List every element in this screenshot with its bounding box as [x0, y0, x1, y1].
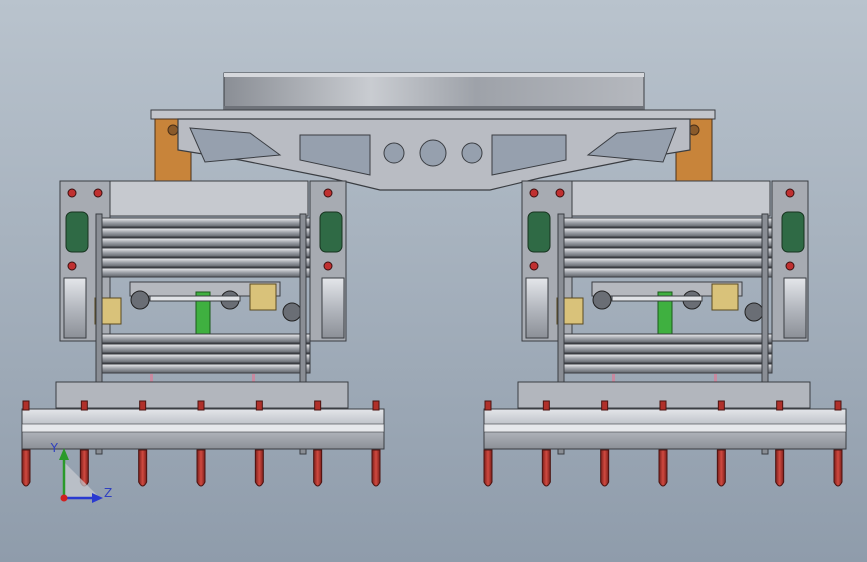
gripper-module-right [483, 180, 847, 487]
rail-stud [601, 400, 609, 411]
rail-stud [717, 400, 725, 411]
rail-stud [776, 400, 784, 411]
rail-stud [659, 400, 667, 411]
gripper-tooth [196, 449, 206, 487]
rail-stud [834, 400, 842, 411]
rail-stud [139, 400, 147, 411]
gripper-tooth [138, 449, 148, 487]
rail-stud [22, 400, 30, 411]
top-beam [569, 180, 771, 217]
yellow-block [249, 283, 277, 311]
rail-stud [80, 400, 88, 411]
gripper-tooth [483, 449, 493, 487]
top-disk [223, 72, 645, 112]
rail-stud [197, 400, 205, 411]
green-bearing [781, 211, 805, 253]
rail-stud [484, 400, 492, 411]
gripper-tooth [21, 449, 31, 487]
gripper-tooth [658, 449, 668, 487]
rail-stud [314, 400, 322, 411]
cad-viewport[interactable]: Y Z [0, 0, 867, 562]
gripper-tooth [775, 449, 785, 487]
z-axis-label: Z [104, 486, 112, 500]
gripper-tooth [716, 449, 726, 487]
gripper-tooth [371, 449, 381, 487]
mounting-plate [150, 109, 716, 120]
x-axis-dot-icon [60, 494, 68, 502]
green-bearing [319, 211, 343, 253]
yellow-block [711, 283, 739, 311]
green-bearing [527, 211, 551, 253]
green-bearing [65, 211, 89, 253]
gripper-tooth [254, 449, 264, 487]
rail-stud [255, 400, 263, 411]
lower-roller-stack [99, 333, 311, 374]
gripper-tooth [600, 449, 610, 487]
gripper-tooth [313, 449, 323, 487]
upper-roller-stack [99, 217, 311, 278]
rail-stud [372, 400, 380, 411]
gripper-module-left [21, 180, 385, 487]
gripper-tooth [833, 449, 843, 487]
assembly-drawing: Y Z [0, 0, 867, 562]
top-beam [107, 180, 309, 217]
upper-roller-stack [561, 217, 773, 278]
y-axis-label: Y [50, 441, 59, 455]
lower-roller-stack [561, 333, 773, 374]
rail-stud [542, 400, 550, 411]
gripper-tooth [541, 449, 551, 487]
